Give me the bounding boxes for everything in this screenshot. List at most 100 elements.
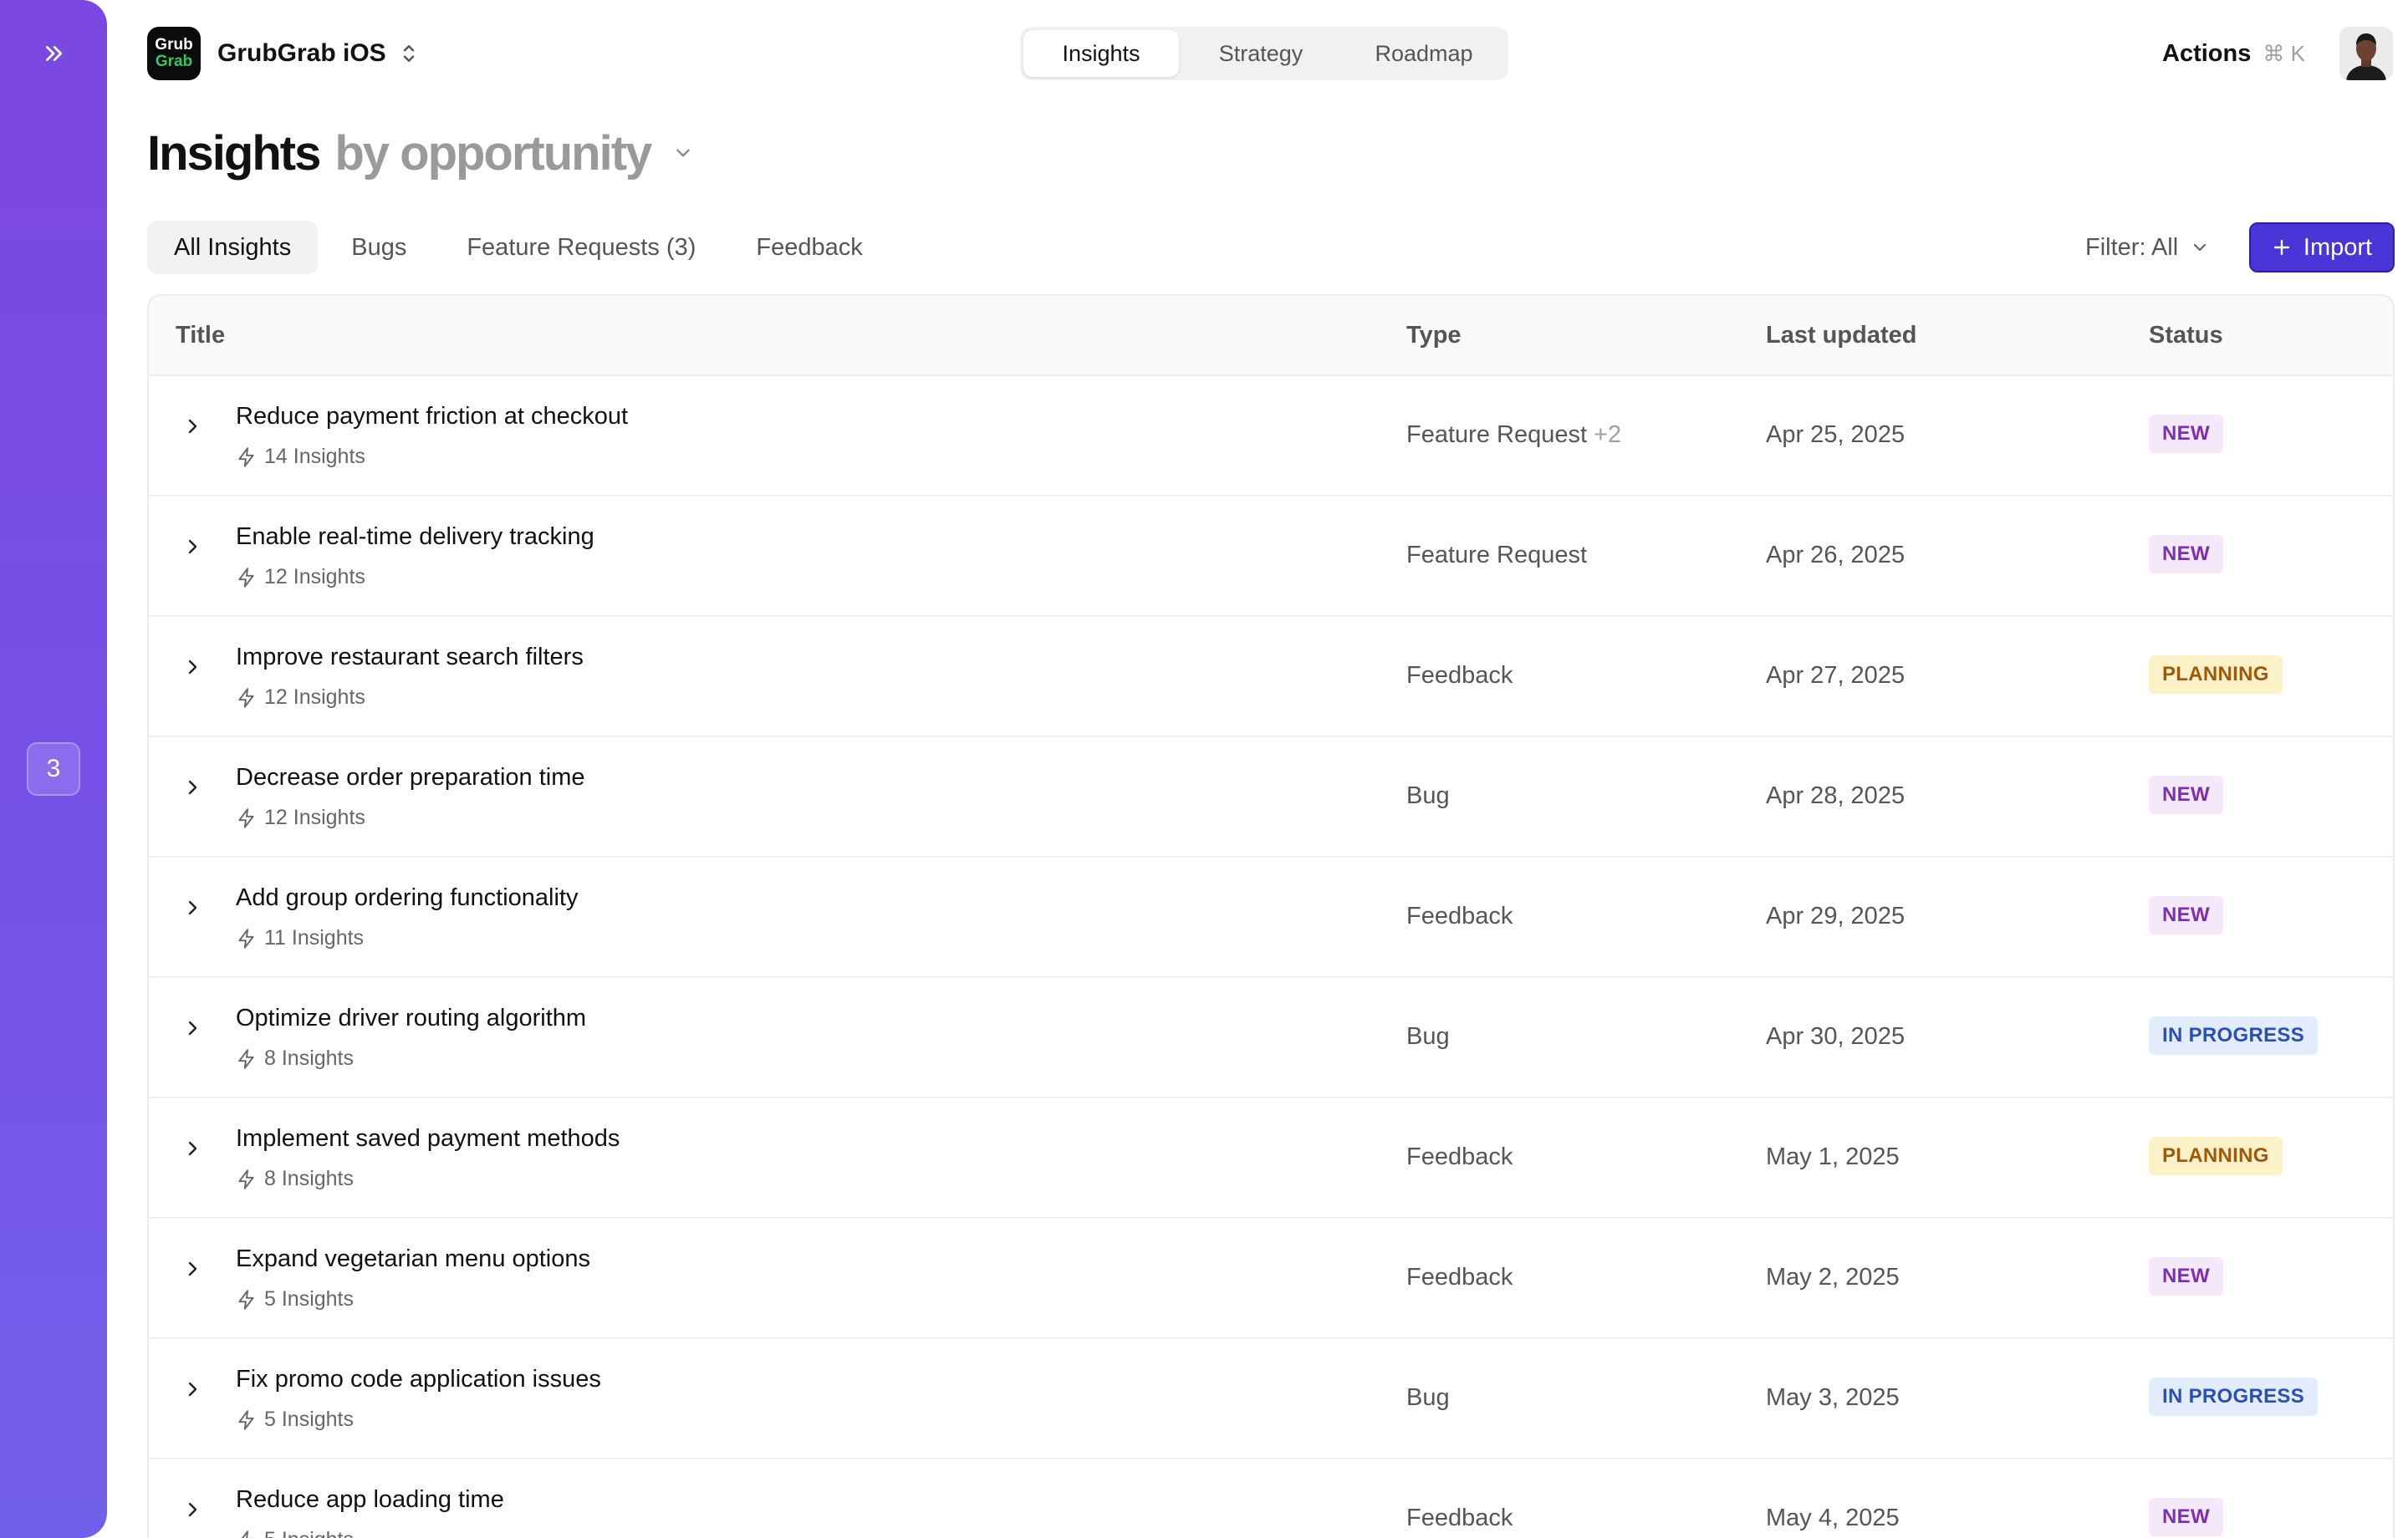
row-title: Decrease order preparation time <box>236 764 585 791</box>
chevron-right-icon <box>188 1382 197 1397</box>
table-row[interactable]: Improve restaurant search filters 12 Insi… <box>149 617 2393 737</box>
insight-count-label: 12 Insights <box>264 565 365 588</box>
row-type-label: Bug <box>1406 1384 1450 1411</box>
row-expand-button[interactable] <box>182 657 202 677</box>
insight-count: 12 Insights <box>236 806 365 830</box>
insight-count-label: 11 Insights <box>264 926 365 950</box>
row-title: Reduce app loading time <box>236 1486 504 1513</box>
actions-label: Actions <box>2162 39 2252 67</box>
row-expand-button[interactable] <box>182 1379 202 1399</box>
insight-count-label: 5 Insights <box>264 1408 355 1431</box>
notification-badge[interactable]: 3 <box>27 742 80 796</box>
column-last-updated[interactable]: Last updated <box>1766 296 1916 374</box>
row-expand-button[interactable] <box>182 416 202 436</box>
row-last-updated: Apr 27, 2025 <box>1766 662 1905 689</box>
row-type: Bug <box>1406 1023 1450 1051</box>
row-title: Reduce payment friction at checkout <box>236 403 629 430</box>
status-badge: NEW <box>2149 415 2223 453</box>
row-title: Add group ordering functionality <box>236 884 579 911</box>
insight-count-label: 5 Insights <box>264 1287 355 1311</box>
row-expand-button[interactable] <box>182 898 202 918</box>
row-type: Feature Request +2 <box>1406 421 1621 449</box>
double-chevron-right-icon <box>46 46 63 61</box>
lightning-icon <box>238 1169 254 1189</box>
row-expand-button[interactable] <box>182 777 202 797</box>
filter-dropdown[interactable]: Filter: All <box>2085 229 2210 266</box>
lightning-icon <box>238 1409 254 1430</box>
chevron-right-icon <box>188 780 197 795</box>
insight-count-label: 12 Insights <box>264 806 365 829</box>
tab-roadmap[interactable]: Roadmap <box>1343 30 1505 77</box>
plus-icon <box>2273 239 2290 256</box>
row-type: Feedback <box>1406 1505 1513 1532</box>
row-type: Feedback <box>1406 1143 1513 1171</box>
table-row[interactable]: Implement saved payment methods 8 Insight… <box>149 1098 2393 1219</box>
column-status[interactable]: Status <box>2149 296 2223 374</box>
table-header: Title Type Last updated Status <box>149 296 2393 376</box>
row-title: Implement saved payment methods <box>236 1125 620 1152</box>
avatar[interactable] <box>2339 27 2393 80</box>
subtab-all-insights[interactable]: All Insights <box>147 221 319 274</box>
tab-insights[interactable]: Insights <box>1023 30 1179 77</box>
row-type-label: Bug <box>1406 1023 1450 1050</box>
row-last-updated: May 1, 2025 <box>1766 1143 1900 1170</box>
status-badge: NEW <box>2149 896 2223 935</box>
table-row[interactable]: Fix promo code application issues 5 Insig… <box>149 1339 2393 1459</box>
insight-count: 5 Insights <box>236 1528 354 1538</box>
table-row[interactable]: Expand vegetarian menu options 5 Insights… <box>149 1219 2393 1339</box>
table-row[interactable]: Decrease order preparation time 12 Insigh… <box>149 737 2393 858</box>
insight-count: 12 Insights <box>236 565 365 589</box>
status-badge: IN PROGRESS <box>2149 1378 2318 1416</box>
table-row[interactable]: Optimize driver routing algorithm 8 Insig… <box>149 978 2393 1098</box>
row-title: Fix promo code application issues <box>236 1366 601 1393</box>
row-expand-button[interactable] <box>182 1018 202 1038</box>
row-type: Feedback <box>1406 662 1513 690</box>
keyboard-shortcut: ⌘ K <box>2263 40 2305 66</box>
lightning-icon <box>238 567 254 588</box>
expand-sidebar-button[interactable] <box>33 37 74 70</box>
row-expand-button[interactable] <box>182 1259 202 1279</box>
subtab-feature-requests[interactable]: Feature Requests (3) <box>440 221 722 274</box>
grouping-selector[interactable]: by opportunity <box>334 125 652 181</box>
chevron-down-icon <box>2194 243 2206 252</box>
lightning-icon <box>238 1289 254 1310</box>
tab-strategy[interactable]: Strategy <box>1179 30 1343 77</box>
lightning-icon <box>238 446 254 467</box>
row-type: Feedback <box>1406 903 1513 930</box>
lightning-icon <box>238 1048 254 1069</box>
status-badge: NEW <box>2149 1498 2223 1536</box>
column-type[interactable]: Type <box>1406 296 1462 374</box>
grouping-dropdown[interactable] <box>672 142 694 164</box>
chevron-right-icon <box>188 900 197 915</box>
row-last-updated: May 4, 2025 <box>1766 1505 1900 1531</box>
row-last-updated: Apr 30, 2025 <box>1766 1023 1905 1050</box>
insight-count: 5 Insights <box>236 1408 354 1432</box>
column-title[interactable]: Title <box>176 296 225 374</box>
row-type-label: Feedback <box>1406 903 1513 929</box>
table-row[interactable]: Add group ordering functionality 11 Insig… <box>149 858 2393 978</box>
row-last-updated: Apr 25, 2025 <box>1766 421 1905 448</box>
row-expand-button[interactable] <box>182 1138 202 1159</box>
row-type-label: Bug <box>1406 782 1450 809</box>
row-title: Optimize driver routing algorithm <box>236 1005 587 1031</box>
subtab-bugs[interactable]: Bugs <box>324 221 433 274</box>
app-logo: Grub Grab <box>147 27 201 80</box>
app-switcher[interactable]: GrubGrab iOS <box>217 37 418 70</box>
chevron-right-icon <box>188 419 197 434</box>
row-last-updated: May 3, 2025 <box>1766 1384 1900 1411</box>
table-row[interactable]: Enable real-time delivery tracking 12 Ins… <box>149 497 2393 617</box>
table-row[interactable]: Reduce payment friction at checkout 14 In… <box>149 376 2393 497</box>
status-badge: NEW <box>2149 1257 2223 1296</box>
row-title: Improve restaurant search filters <box>236 644 584 670</box>
table-row[interactable]: Reduce app loading time 5 Insights Feedbac… <box>149 1459 2393 1538</box>
import-button[interactable]: Import <box>2249 222 2395 272</box>
row-expand-button[interactable] <box>182 537 202 557</box>
row-type-label: Feature Request <box>1406 421 1588 448</box>
row-expand-button[interactable] <box>182 1500 202 1520</box>
subtab-feedback[interactable]: Feedback <box>729 221 889 274</box>
actions-button[interactable]: Actions ⌘ K <box>2162 37 2305 70</box>
insight-count-label: 8 Insights <box>264 1047 355 1070</box>
insights-table: Title Type Last updated Status Reduce pa… <box>147 294 2395 1538</box>
row-type-label: Feedback <box>1406 1143 1513 1170</box>
table-body: Reduce payment friction at checkout 14 In… <box>149 376 2393 1538</box>
